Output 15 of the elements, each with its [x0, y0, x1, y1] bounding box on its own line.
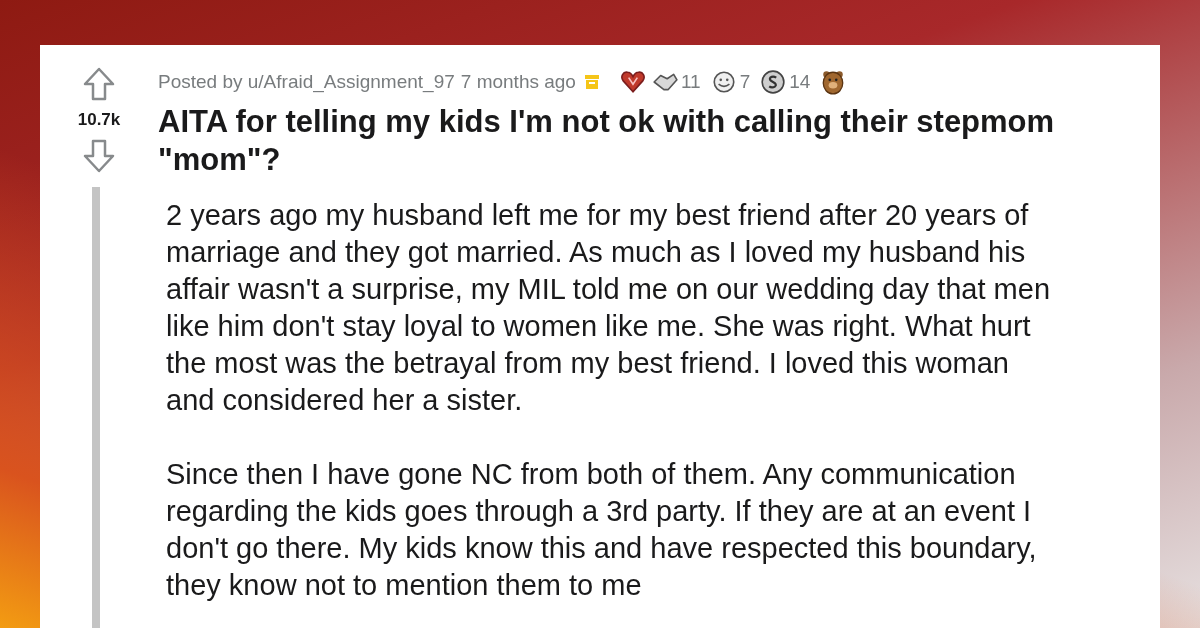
gem-heart-icon: [619, 69, 646, 95]
coin-icon: [760, 69, 787, 95]
post-title: AITA for telling my kids I'm not ok with calling their stepmom "mom"?: [158, 103, 1056, 179]
archive-icon: [583, 74, 600, 90]
post-paragraph: Since then I have gone NC from both of them. Any communication regarding the kids goes through a 3rd party. If they are at an event I don't go there. My kids know this and have respected this boundary, they know not to mention them to me: [166, 457, 1038, 603]
award-count: 14: [789, 69, 811, 94]
post-time: 7 months ago: [460, 69, 576, 94]
vote-count: 10.7k: [77, 109, 121, 131]
post-paragraph: 2 years ago my husband left me for my best friend after 20 years of marriage and they got married. As much as I loved my husband his affair wasn't a surprise, my MIL told me on our wedding day that men like him don't stay loyal to women like me. She was right. What hurt the most was the betrayal from my best friend. I loved this woman and considered her a sister.: [166, 198, 1052, 418]
post-author[interactable]: Posted by u/Afraid_Assignment_97: [158, 67, 455, 97]
award-count: 11: [680, 69, 701, 94]
upvote-icon[interactable]: [83, 67, 115, 101]
smiling-face-icon: [710, 69, 737, 95]
award-count: 7: [739, 69, 751, 94]
downvote-icon[interactable]: [83, 138, 115, 173]
